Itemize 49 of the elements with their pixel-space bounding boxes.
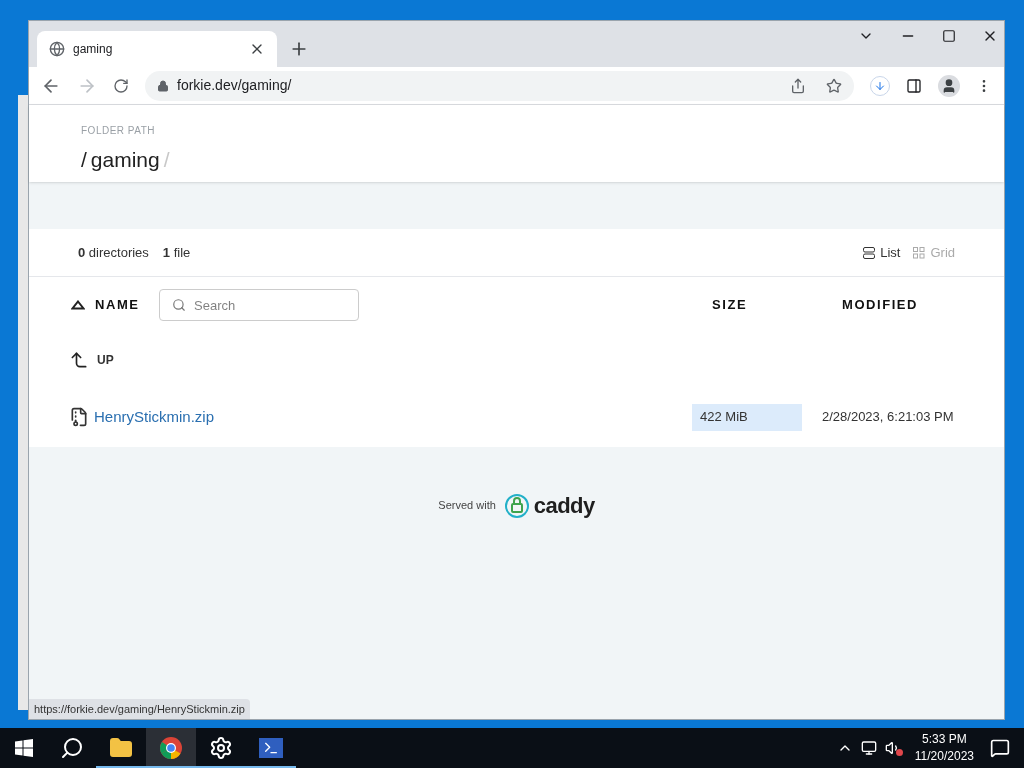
size-column-header[interactable]: SIZE xyxy=(712,295,842,315)
grid-view-icon xyxy=(912,245,927,260)
search-icon xyxy=(172,298,186,312)
notifications-icon[interactable] xyxy=(990,738,1010,758)
tab-title: gaming xyxy=(73,41,114,58)
folder-icon xyxy=(109,736,133,760)
path-segment[interactable]: gaming xyxy=(90,144,160,176)
served-with-text: Served with xyxy=(438,498,496,514)
list-view-icon xyxy=(862,245,877,260)
address-bar[interactable]: forkie.dev/gaming/ xyxy=(145,70,854,101)
settings-icon xyxy=(209,736,233,760)
side-panel-icon[interactable] xyxy=(906,77,922,94)
bookmark-star-icon[interactable] xyxy=(826,77,842,94)
caddy-logo-icon xyxy=(503,492,530,519)
clock-date[interactable]: 11/20/2023 xyxy=(914,748,974,765)
file-link[interactable]: HenryStickmin.zip xyxy=(94,405,692,429)
summary-count: 0 directories xyxy=(78,243,149,262)
caddy-wordmark[interactable]: caddy xyxy=(533,489,595,522)
share-icon[interactable] xyxy=(790,77,806,94)
chrome-icon xyxy=(159,736,183,760)
file-size: 422 MiB xyxy=(692,403,802,431)
view-toggle[interactable]: List xyxy=(862,242,901,263)
taskbar-app[interactable] xyxy=(146,728,196,768)
file-modified: 2/28/2023, 6:21:03 PM xyxy=(822,408,954,427)
profile-icon[interactable] xyxy=(938,74,960,97)
browser-tab[interactable]: gaming xyxy=(37,31,277,67)
path-separator: / xyxy=(81,147,87,173)
search-icon[interactable] xyxy=(60,736,84,760)
lock-icon xyxy=(157,79,169,92)
up-link[interactable]: UP xyxy=(97,351,114,369)
folder-path-label: FOLDER PATH xyxy=(81,124,157,138)
status-bubble: https://forkie.dev/gaming/HenryStickmin.zip xyxy=(29,698,250,719)
volume-muted-icon[interactable] xyxy=(884,740,903,756)
terminal-icon xyxy=(259,738,283,758)
start-icon[interactable] xyxy=(15,739,33,757)
sort-ascending-icon[interactable] xyxy=(71,300,85,310)
path-separator: / xyxy=(163,147,170,173)
address-text: forkie.dev/gaming/ xyxy=(177,76,293,95)
maximize-icon[interactable] xyxy=(942,29,956,43)
up-arrow-icon xyxy=(69,350,89,370)
globe-icon xyxy=(49,41,65,57)
modified-column-header[interactable]: MODIFIED xyxy=(842,295,919,315)
name-column-header[interactable]: NAME xyxy=(95,295,140,315)
zip-file-icon xyxy=(69,407,89,427)
search-field[interactable]: Search xyxy=(159,289,359,321)
summary-count: 1 file xyxy=(162,243,191,262)
clock-time[interactable]: 5:33 PM xyxy=(922,731,967,748)
reload-icon[interactable] xyxy=(113,77,129,94)
network-icon[interactable] xyxy=(860,740,877,756)
